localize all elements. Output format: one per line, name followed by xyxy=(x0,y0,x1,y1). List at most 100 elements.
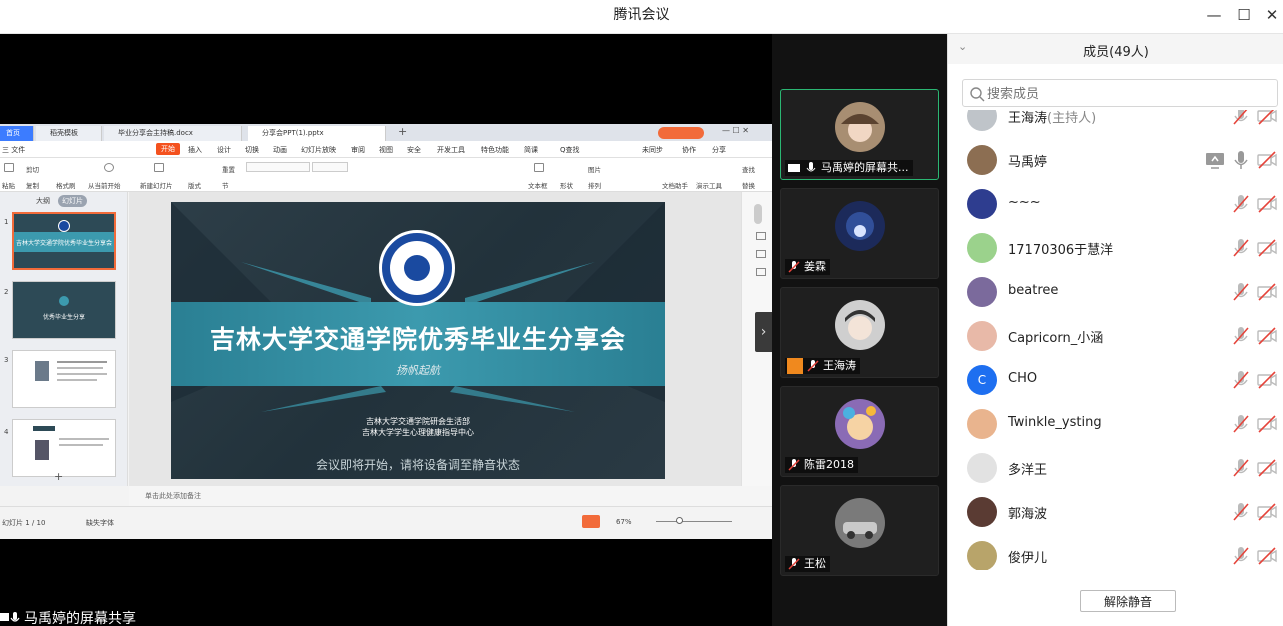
wps-tab-docer[interactable]: 稻壳模板 xyxy=(36,126,102,141)
camera-off-icon[interactable] xyxy=(1256,546,1278,566)
ribbon-picture[interactable]: 图片 xyxy=(588,164,601,174)
mic-muted-icon[interactable] xyxy=(1230,501,1252,523)
mic-muted-icon[interactable] xyxy=(1230,193,1252,215)
video-tile[interactable]: 陈雷2018 xyxy=(780,386,939,477)
ribbon-new-slide[interactable]: 新建幻灯片 xyxy=(140,180,173,190)
wps-menu-transition[interactable]: 切换 xyxy=(245,145,259,155)
ribbon-replace[interactable]: 替换 xyxy=(742,180,755,190)
wps-menu-unsynced[interactable]: 未同步 xyxy=(642,145,663,155)
wps-tab-home[interactable]: 首页 xyxy=(0,126,34,141)
side-tool-icon[interactable] xyxy=(756,268,766,276)
close-button[interactable]: ✕ xyxy=(1260,4,1283,26)
notes-area[interactable]: 单击此处添加备注 xyxy=(129,486,772,506)
wps-menu-design[interactable]: 设计 xyxy=(217,145,231,155)
member-search-input[interactable] xyxy=(987,84,1267,104)
wps-menu-course[interactable]: 简课 xyxy=(524,145,538,155)
side-tool-icon[interactable] xyxy=(756,232,766,240)
member-row[interactable]: 王海涛(主持人) xyxy=(948,110,1283,138)
play-icon[interactable] xyxy=(104,163,114,172)
video-tile[interactable]: 王海涛 xyxy=(780,287,939,378)
camera-off-icon[interactable] xyxy=(1256,194,1278,214)
wps-menu-slideshow[interactable]: 幻灯片放映 xyxy=(301,145,336,155)
camera-off-icon[interactable] xyxy=(1256,238,1278,258)
wps-menu-find[interactable]: Q查找 xyxy=(560,145,580,155)
camera-off-icon[interactable] xyxy=(1256,414,1278,434)
member-row[interactable]: ~~~ xyxy=(948,182,1283,226)
mic-muted-icon[interactable] xyxy=(1230,545,1252,567)
wps-user-badge[interactable] xyxy=(658,127,704,139)
mic-muted-icon[interactable] xyxy=(1230,369,1252,391)
wps-tab-docx[interactable]: 毕业分享会主持稿.docx xyxy=(104,126,242,141)
wps-menu-start[interactable]: 开始 xyxy=(156,143,180,155)
play-slideshow-button[interactable] xyxy=(582,515,600,528)
camera-off-icon[interactable] xyxy=(1256,282,1278,302)
wps-new-tab-icon[interactable]: + xyxy=(398,125,407,138)
wps-menu-security[interactable]: 安全 xyxy=(407,145,421,155)
slide-thumbnail-4[interactable] xyxy=(12,419,116,477)
slide-thumbnail-1[interactable]: 吉林大学交通学院优秀毕业生分享会 xyxy=(12,212,116,270)
wps-menu-features[interactable]: 特色功能 xyxy=(481,145,509,155)
member-row[interactable]: 多洋王 xyxy=(948,446,1283,490)
ribbon-reset[interactable]: 重置 xyxy=(222,164,235,174)
mic-muted-icon[interactable] xyxy=(1230,110,1252,127)
unmute-button[interactable]: 解除静音 xyxy=(1080,590,1176,612)
wps-menu-review[interactable]: 审阅 xyxy=(351,145,365,155)
member-row[interactable]: Capricorn_小涵 xyxy=(948,314,1283,358)
minimize-button[interactable]: — xyxy=(1202,4,1226,26)
ribbon-doc-assistant[interactable]: 文档助手 xyxy=(662,180,688,190)
video-tile[interactable]: 王松 xyxy=(780,485,939,576)
ribbon-copy[interactable]: 复制 xyxy=(26,180,39,190)
camera-off-icon[interactable] xyxy=(1256,370,1278,390)
wps-menu-animation[interactable]: 动画 xyxy=(273,145,287,155)
wps-menu-share[interactable]: 分享 xyxy=(712,145,726,155)
ribbon-find[interactable]: 查找 xyxy=(742,164,755,174)
member-row[interactable]: 17170306于慧洋 xyxy=(948,226,1283,270)
video-tile[interactable]: 马禹婷的屏幕共... xyxy=(780,89,939,180)
ribbon-textbox[interactable]: 文本框 xyxy=(528,180,548,190)
ribbon-arrange[interactable]: 排列 xyxy=(588,180,601,190)
wps-tab-pptx[interactable]: 分享会PPT(1).pptx xyxy=(248,126,386,141)
new-slide-icon[interactable] xyxy=(154,163,164,172)
side-tool-icon[interactable] xyxy=(756,250,766,258)
member-row[interactable]: Twinkle_ysting xyxy=(948,402,1283,446)
mic-muted-icon[interactable] xyxy=(1230,281,1252,303)
mic-muted-icon[interactable] xyxy=(1230,457,1252,479)
screen-share-icon[interactable] xyxy=(1204,149,1226,171)
member-row[interactable]: 郭海波 xyxy=(948,490,1283,534)
zoom-slider-handle[interactable] xyxy=(676,517,683,524)
wps-menu-collab[interactable]: 协作 xyxy=(682,145,696,155)
ribbon-paste[interactable]: 粘贴 xyxy=(2,180,15,190)
member-row[interactable]: C CHO xyxy=(948,358,1283,402)
ribbon-present-tools[interactable]: 演示工具 xyxy=(696,180,722,190)
mic-muted-icon[interactable] xyxy=(1230,325,1252,347)
zoom-slider[interactable] xyxy=(656,521,732,522)
camera-off-icon[interactable] xyxy=(1256,502,1278,522)
textbox-icon[interactable] xyxy=(534,163,544,172)
member-row[interactable]: 俊伊儿 xyxy=(948,534,1283,570)
mic-muted-icon[interactable] xyxy=(1230,237,1252,259)
scrollbar-thumb[interactable] xyxy=(754,204,762,224)
camera-off-icon[interactable] xyxy=(1256,110,1278,126)
current-slide[interactable]: 吉林大学交通学院优秀毕业生分享会 扬帆起航 吉林大学交通学院研会生活部 吉林大学… xyxy=(171,202,665,479)
add-slide-icon[interactable]: + xyxy=(54,470,63,483)
ribbon-format-painter[interactable]: 格式刷 xyxy=(56,180,76,190)
member-row[interactable]: beatree xyxy=(948,270,1283,314)
slide-thumbnail-3[interactable] xyxy=(12,350,116,408)
font-size-select[interactable] xyxy=(312,162,348,172)
mic-muted-icon[interactable] xyxy=(1230,413,1252,435)
camera-off-icon[interactable] xyxy=(1256,326,1278,346)
status-missing-font[interactable]: 缺失字体 xyxy=(86,518,114,528)
maximize-button[interactable]: ☐ xyxy=(1232,4,1256,26)
panel-tab-slides[interactable]: 幻灯片 xyxy=(58,195,87,207)
camera-off-icon[interactable] xyxy=(1256,458,1278,478)
slide-thumbnail-2[interactable]: 优秀毕业生分享 xyxy=(12,281,116,339)
wps-menu-insert[interactable]: 插入 xyxy=(188,145,202,155)
camera-off-icon[interactable] xyxy=(1256,150,1278,170)
font-name-select[interactable] xyxy=(246,162,310,172)
ribbon-layout[interactable]: 版式 xyxy=(188,180,201,190)
wps-menu-devtools[interactable]: 开发工具 xyxy=(437,145,465,155)
video-tile[interactable]: 姜霖 xyxy=(780,188,939,279)
wps-menu-view[interactable]: 视图 xyxy=(379,145,393,155)
ribbon-cut[interactable]: 剪切 xyxy=(26,164,39,174)
member-search-box[interactable] xyxy=(962,79,1278,107)
